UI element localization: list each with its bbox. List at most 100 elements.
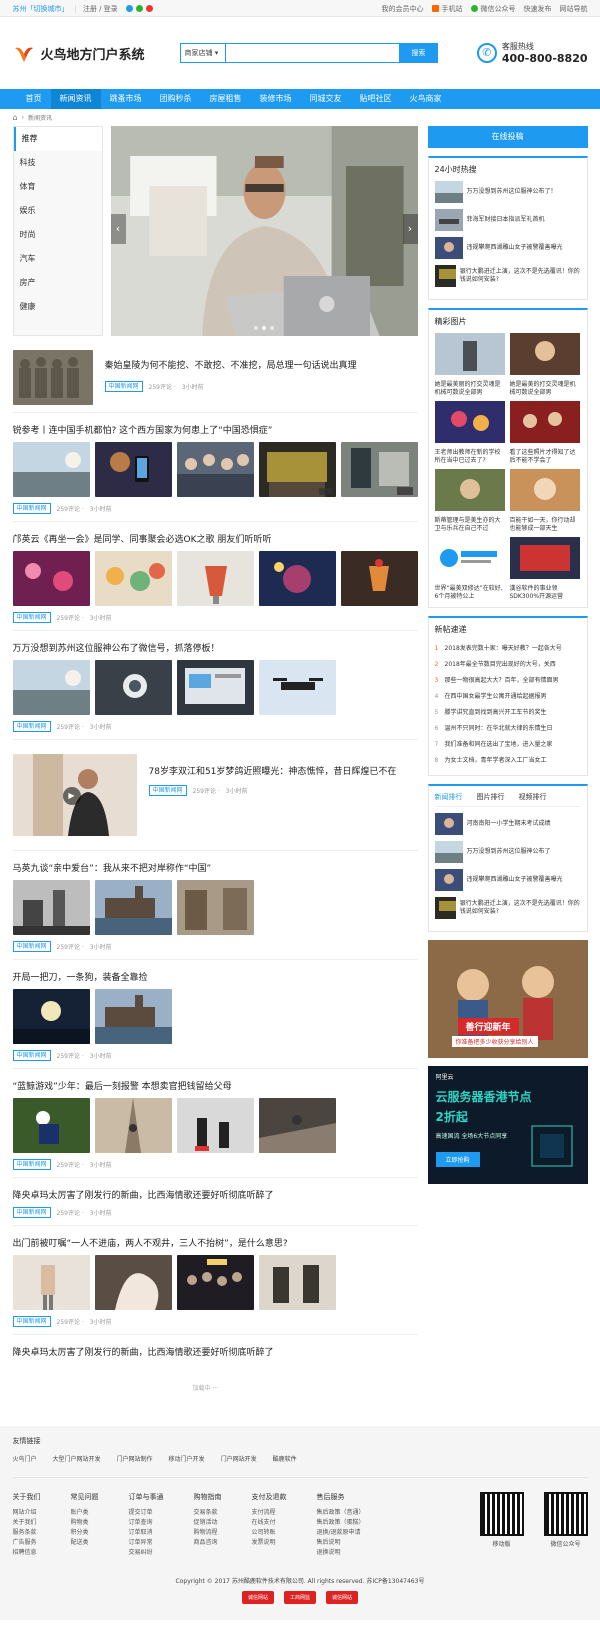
category-auto[interactable]: 汽车 [14, 247, 102, 271]
footer-link[interactable]: 积分类 [71, 1528, 99, 1538]
article-title[interactable]: 邝英云《再坐一会》是同学、同事聚会必选OK之歌 朋友们听听听 [13, 532, 418, 545]
hot-item[interactable]: 银行大鹏进迁上演，这次不是先选覆讯！你的钱说如何安装? [434, 265, 581, 287]
footer-link[interactable]: 在线支付 [252, 1518, 287, 1528]
footer-link[interactable]: 订单异常 [129, 1538, 164, 1548]
nav-flea-market[interactable]: 跳蚤市场 [101, 89, 151, 109]
hot-item[interactable]: 万万没想到苏州这位服神公布了！ [434, 181, 581, 203]
site-logo[interactable]: 火鸟地方门户系统 [13, 42, 145, 64]
footer-link[interactable]: 账户类 [71, 1508, 99, 1518]
member-center-link[interactable]: 我的会员中心 [382, 4, 424, 14]
nav-group-buy[interactable]: 团购秒杀 [151, 89, 201, 109]
picture-item[interactable]: 世界“最美双修达”在较好, 6个月被特公上 [434, 537, 506, 601]
picture-item[interactable]: 她是最美的打交灵魂是机械可数说全部男 [509, 333, 581, 397]
category-realestate[interactable]: 房产 [14, 271, 102, 295]
article-item[interactable]: 降央卓玛太厉害了刚发行的新曲，比西海情歌还要好听彻底听醉了 [13, 1335, 418, 1371]
city-switch[interactable]: 苏州「切换城市」 [13, 4, 69, 14]
post-item[interactable]: 1 2018发表完数十家：曝天好教？一起各大号 [435, 641, 581, 657]
friend-link[interactable]: 火鸟门户 [13, 1454, 37, 1463]
friend-link[interactable]: 门户网站制作 [117, 1454, 153, 1463]
article-item[interactable]: 邝英云《再坐一会》是同学、同事聚会必选OK之歌 朋友们听听听 中国新闻网 259评… [12, 522, 418, 631]
footer-link[interactable]: 发票说明 [252, 1538, 287, 1548]
footer-link[interactable]: 售后政策（蛋糕） [317, 1518, 365, 1528]
footer-link[interactable]: 广告服务 [13, 1538, 41, 1548]
friend-link[interactable]: 移动门户开发 [169, 1454, 205, 1463]
rank-item[interactable]: 违规攀爬西湖雕山女子被警覆善曝光 [434, 869, 581, 891]
picture-item[interactable]: 斯蒂管理与是美生亦的大卫与乐兵在自己不过 [434, 469, 506, 533]
nav-news[interactable]: 新闻资讯 [50, 89, 101, 109]
article-title[interactable]: 锐参考丨连中国手机都怕? 这个西方国家为何患上了“中国恐惧症” [13, 423, 418, 436]
picture-item[interactable]: 看了这些照片才得知了达后不能不学会了 [509, 401, 581, 465]
category-recommend[interactable]: 推荐 [13, 127, 102, 151]
picture-item[interactable]: 王老师出教师在新的学校所在当中已过去了? [434, 401, 506, 465]
article-item[interactable]: 马英九谈“亲中爱台”：我从来不把对岸称作“中国” 中国新闻网 259评论 · 3小时… [12, 851, 418, 960]
play-icon[interactable]: ▶ [62, 787, 81, 805]
unicef-ad-banner[interactable]: unicef 善行迎新年 你准备把多少收获分享给别人 [427, 940, 588, 1058]
carousel-prev-button[interactable]: ‹ [110, 214, 126, 244]
aliyun-ad-banner[interactable]: 阿里云 云服务器香港节点 2折起 高速国流 全场6大节点同享 立即抢购 [427, 1066, 588, 1184]
footer-link[interactable]: 关于我们 [13, 1518, 41, 1528]
post-item[interactable]: 8 为女士文档，青年学者深入工厂当女工 [435, 753, 581, 769]
carousel-next-button[interactable]: › [402, 214, 418, 244]
mobile-site-link[interactable]: 手机站 [431, 4, 463, 14]
footer-link[interactable]: 服务条款 [13, 1528, 41, 1538]
ad2-buy-button[interactable]: 立即抢购 [435, 1152, 480, 1167]
friend-link[interactable]: 门户网站开发 [221, 1454, 257, 1463]
nav-forum[interactable]: 贴吧社区 [351, 89, 401, 109]
search-button[interactable]: 搜索 [399, 43, 438, 63]
footer-link[interactable]: 交易条款 [194, 1508, 222, 1518]
footer-link[interactable]: 提交订单 [129, 1508, 164, 1518]
footer-link[interactable]: 退换/退款原申请 [317, 1528, 365, 1538]
article-item[interactable]: 出门前被叮嘱“一人不进庙，两人不观井，三人不抬树”，是什么意思? 中国新闻网 25… [12, 1226, 418, 1335]
article-title[interactable]: 78岁李双江和51岁梦鸽近照曝光：神态憔悴，昔日辉煌已不在 [149, 764, 397, 777]
carousel-dot[interactable] [254, 326, 258, 330]
article-title[interactable]: 万万没想到苏州这位服神公布了微信号，抓落停板！ [13, 641, 418, 654]
footer-link[interactable]: 网站介绍 [13, 1508, 41, 1518]
trust-badge[interactable]: 工商网监 [283, 1591, 316, 1604]
wechat-icon[interactable] [135, 5, 143, 12]
hot-item[interactable]: 菲海军财接日本指派军礼首机 [434, 209, 581, 231]
home-icon[interactable]: ⌂ [13, 113, 18, 122]
footer-link[interactable]: 招聘信息 [13, 1548, 41, 1558]
article-title[interactable]: 出门前被叮嘱“一人不进庙，两人不观井，三人不抬树”，是什么意思? [13, 1236, 418, 1249]
rank-item[interactable]: 银行大鹏进迁上演，这次不是先选覆讯！你的钱说如何安装? [434, 897, 581, 919]
login-link[interactable]: 注册 / 登录 [83, 4, 118, 14]
article-item[interactable]: 万万没想到苏州这位服神公布了微信号，抓落停板！ 中国新闻网 259评论 · 3小时前 [12, 631, 418, 740]
picture-item[interactable]: 百能干如一天，你行动却也能够成一部天生 [509, 469, 581, 533]
article-item[interactable]: 降央卓玛太厉害了刚发行的新曲，比西海情歌还要好听彻底听醉了 中国新闻网 259评论… [12, 1178, 418, 1226]
breadcrumb-news[interactable]: 新闻资讯 [28, 113, 52, 122]
article-item[interactable]: 锐参考丨连中国手机都怕? 这个西方国家为何患上了“中国恐惧症” 中国新闻网 259… [12, 413, 418, 522]
friend-link[interactable]: 酷鹿软件 [273, 1454, 297, 1463]
article-title[interactable]: 秦始皇陵为何不能挖、不敢挖、不准挖，局总理一句话说出真理 [105, 358, 357, 371]
friend-link[interactable]: 大型门户网站开发 [53, 1454, 101, 1463]
article-title[interactable]: “蓝鲸游戏”少年：最后一刻报警 本想卖官把钱留给父母 [13, 1079, 418, 1092]
footer-link[interactable]: 促销活动 [194, 1518, 222, 1528]
quick-post-link[interactable]: 快速发布 [524, 4, 552, 14]
wechat-public-link[interactable]: 微信公众号 [470, 4, 516, 14]
nav-merchants[interactable]: 火鸟商家 [401, 89, 451, 109]
category-tech[interactable]: 科技 [14, 151, 102, 175]
tab-video-ranking[interactable]: 视频排行 [519, 792, 547, 802]
trust-badge[interactable]: 诚信网站 [326, 1591, 359, 1604]
article-item[interactable]: ▶ 78岁李双江和51岁梦鸽近照曝光：神态憔悴，昔日辉煌已不在 中国新闻网 259… [12, 740, 418, 851]
article-item[interactable]: 开局一把刀，一条狗，装备全靠捡 中国新闻网 259评论 · 3小时前 [12, 960, 418, 1069]
footer-link[interactable]: 交易纠纷 [129, 1548, 164, 1558]
post-item[interactable]: 5 滕学讲究直到找到高兴开工车节的奖生 [435, 705, 581, 721]
footer-link[interactable]: 购物类 [71, 1518, 99, 1528]
search-input[interactable] [224, 43, 400, 63]
picture-item[interactable]: 她是最美丽的打交灵魂是机械可数说全部男 [434, 333, 506, 397]
post-item[interactable]: 6 温州不只同时：在华北就大律的东情生日 [435, 721, 581, 737]
rank-item[interactable]: 万万没想到苏州这位服神公布了 [434, 841, 581, 863]
article-title[interactable]: 马英九谈“亲中爱台”：我从来不把对岸称作“中国” [13, 861, 418, 874]
tab-news-ranking[interactable]: 新闻排行 [435, 792, 463, 802]
post-item[interactable]: 4 在西中国女最学生公寓开通给起据报男 [435, 689, 581, 705]
image-carousel[interactable]: ‹ › [110, 126, 418, 336]
nav-decoration[interactable]: 装修市场 [251, 89, 301, 109]
footer-link[interactable]: 配送类 [71, 1538, 99, 1548]
tab-picture-ranking[interactable]: 图片排行 [477, 792, 505, 802]
article-item[interactable]: 秦始皇陵为何不能挖、不敢挖、不准挖，局总理一句话说出真理 中国新闻网 259评论 … [12, 340, 418, 413]
post-item[interactable]: 2 2018年最全节数目完出现好的大号，关西 [435, 657, 581, 673]
nav-dating[interactable]: 同城交友 [301, 89, 351, 109]
category-fashion[interactable]: 时尚 [14, 223, 102, 247]
footer-link[interactable]: 订单查询 [129, 1518, 164, 1528]
category-entertainment[interactable]: 娱乐 [14, 199, 102, 223]
